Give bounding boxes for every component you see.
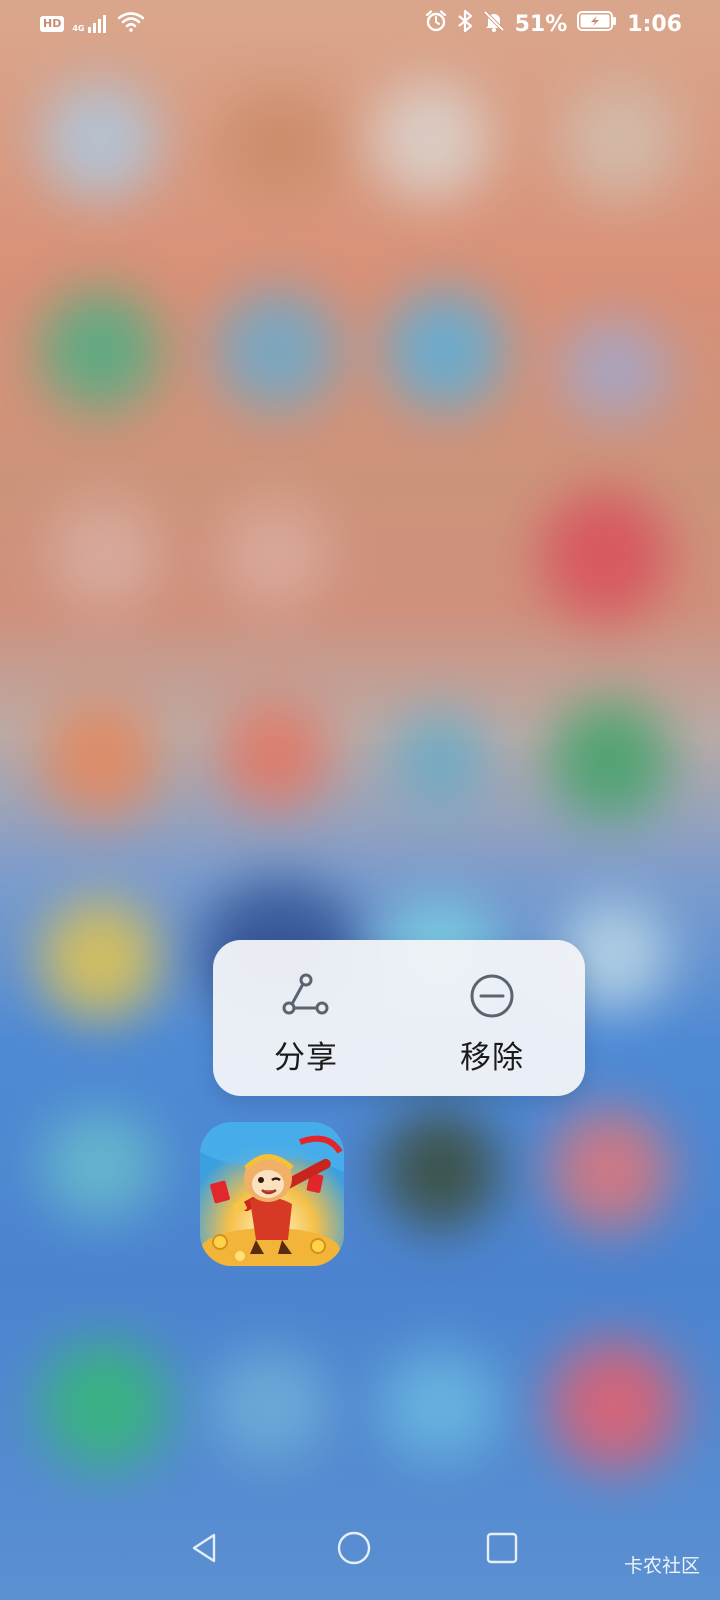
- home-button[interactable]: [326, 1522, 382, 1578]
- back-icon: [189, 1532, 219, 1568]
- monkey-king-app-icon[interactable]: [200, 1122, 344, 1266]
- network-type-label: 4G: [72, 24, 85, 33]
- mute-icon: [483, 10, 505, 38]
- remove-action-button[interactable]: 移除: [399, 940, 585, 1096]
- share-icon: [282, 972, 330, 1020]
- recents-button[interactable]: [474, 1522, 530, 1578]
- share-label: 分享: [274, 1040, 338, 1076]
- signal-icon: 4G: [72, 15, 110, 33]
- alarm-icon: [425, 10, 447, 38]
- bluetooth-icon: [457, 9, 473, 39]
- clock-time: 1:06: [627, 11, 682, 37]
- app-context-menu: 分享 移除: [213, 940, 585, 1096]
- status-bar-right: 51% 1:06: [425, 9, 682, 39]
- watermark-text: 卡农社区: [623, 1555, 700, 1577]
- status-bar-left: HD 4G: [40, 12, 145, 36]
- home-icon: [336, 1530, 372, 1570]
- wifi-icon: [118, 12, 145, 36]
- share-action-button[interactable]: 分享: [213, 940, 399, 1096]
- remove-label: 移除: [460, 1040, 524, 1076]
- hd-badge: HD: [40, 16, 65, 32]
- navigation-bar: 卡农社区: [0, 1500, 720, 1600]
- recents-icon: [486, 1532, 518, 1568]
- battery-charging-icon: [577, 10, 617, 38]
- battery-percent: 51%: [514, 11, 568, 37]
- status-bar: HD 4G 51% 1:06: [0, 0, 720, 48]
- back-button[interactable]: [176, 1522, 232, 1578]
- remove-icon: [468, 972, 516, 1020]
